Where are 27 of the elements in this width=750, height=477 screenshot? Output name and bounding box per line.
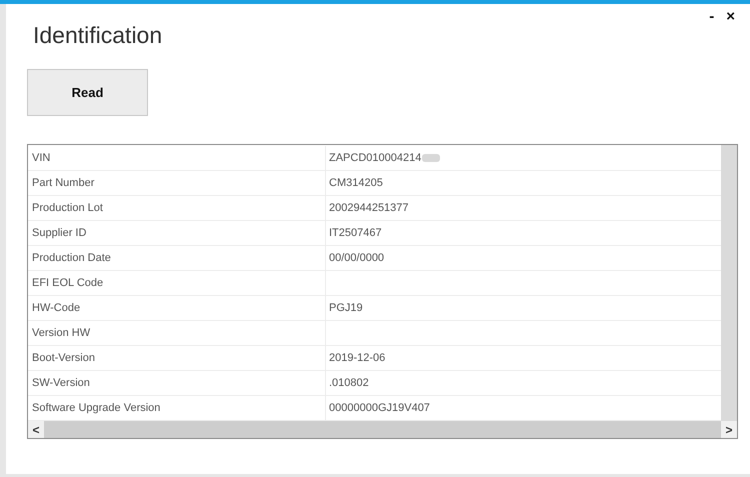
table-cell: CM314205	[329, 177, 383, 189]
table-cell-text: HW-Code	[31, 302, 82, 314]
table-cell: 00000000GJ19V407	[329, 402, 430, 414]
table-cell: 2019-12-06	[329, 352, 386, 364]
table-cell: 2002944251377	[329, 202, 409, 214]
scroll-left-button[interactable]: <	[28, 421, 44, 438]
table-cell: 00/00/0000	[329, 252, 384, 264]
table-cell: PGJ19	[329, 302, 363, 314]
table-cell-text: Supplier ID	[31, 227, 88, 239]
read-button[interactable]: Read	[27, 69, 148, 116]
table-cell-text: SW-Version	[31, 377, 91, 389]
table-cell-text: VIN	[31, 152, 52, 164]
table-cell-text: Part Number	[31, 177, 96, 189]
minimize-button[interactable]: -	[706, 8, 718, 25]
table-cell-text: Production Date	[31, 252, 112, 264]
window-title: Identification	[33, 22, 162, 49]
table-cell-text: Software Upgrade Version	[31, 402, 162, 414]
table-cell-text: EFI EOL Code	[31, 277, 104, 289]
scroll-right-button[interactable]: >	[721, 421, 737, 438]
table-cell-text: Version HW	[31, 327, 92, 339]
table-cell-text: Boot-Version	[31, 352, 96, 364]
table-cell: IT2507467	[329, 227, 382, 239]
table-cell: ZAPCD010004214	[329, 152, 422, 164]
vertical-scrollbar[interactable]	[721, 145, 737, 421]
table-cell-text: Production Lot	[31, 202, 104, 214]
close-button[interactable]: ×	[723, 8, 738, 25]
table-cell: .010802	[329, 377, 369, 389]
